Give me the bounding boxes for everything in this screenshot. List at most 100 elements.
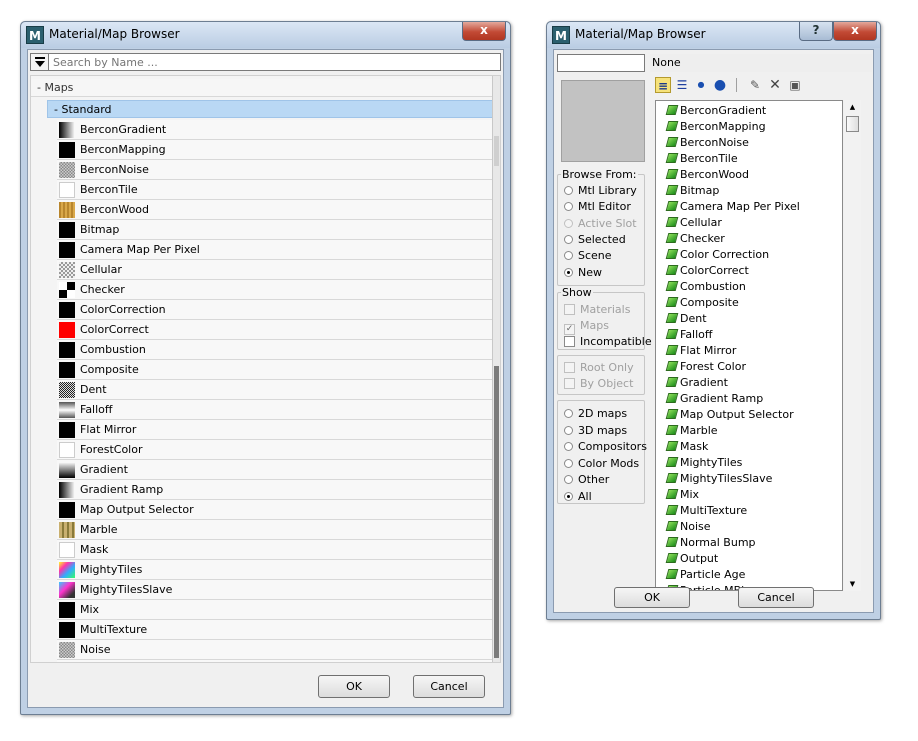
list-item[interactable]: ForestColor	[57, 440, 499, 460]
list-item[interactable]: Noise	[665, 519, 711, 535]
list-item[interactable]: Gradient Ramp	[57, 480, 499, 500]
list-item[interactable]: BerconGradient	[665, 103, 766, 119]
radio-scene[interactable]: Scene	[564, 249, 612, 263]
title-bar[interactable]: M Material/Map Browser x	[21, 22, 510, 48]
options-dropdown-button[interactable]	[31, 54, 49, 70]
view-large-icons-icon[interactable]: ●	[712, 77, 728, 93]
ok-button[interactable]: OK	[614, 587, 690, 608]
radio-mtl-library[interactable]: Mtl Library	[564, 184, 637, 198]
list-item[interactable]: Noise	[57, 640, 499, 660]
cancel-button[interactable]: Cancel	[738, 587, 814, 608]
list-item[interactable]: Map Output Selector	[665, 407, 794, 423]
delete-icon[interactable]: ✕	[767, 77, 783, 93]
list-item[interactable]: Forest Color	[665, 359, 746, 375]
list-item[interactable]: Dent	[665, 311, 707, 327]
radio-compositors[interactable]: Compositors	[564, 440, 647, 454]
list-item[interactable]: Bitmap	[57, 220, 499, 240]
list-item[interactable]: MightyTilesSlave	[665, 471, 772, 487]
list-item[interactable]: BerconNoise	[57, 160, 499, 180]
list-item[interactable]: MightyTiles	[57, 560, 499, 580]
list-item[interactable]: Checker	[57, 280, 499, 300]
list-item[interactable]: Camera Map Per Pixel	[57, 240, 499, 260]
list-item[interactable]: Gradient Ramp	[665, 391, 763, 407]
list-item[interactable]: MightyTilesSlave	[57, 580, 499, 600]
list-item[interactable]: Normal Bump	[57, 660, 499, 662]
name-field[interactable]	[557, 54, 645, 72]
list-item[interactable]: Mix	[57, 600, 499, 620]
list-item[interactable]: Composite	[57, 360, 499, 380]
list-item[interactable]: BerconNoise	[665, 135, 749, 151]
list-item[interactable]: Marble	[57, 520, 499, 540]
list-item[interactable]: MultiTexture	[57, 620, 499, 640]
help-button[interactable]: ?	[799, 22, 833, 41]
list-item[interactable]: MightyTiles	[665, 455, 742, 471]
list-item[interactable]: Gradient	[57, 460, 499, 480]
list-item[interactable]: BerconTile	[57, 180, 499, 200]
list-item[interactable]: BerconGradient	[57, 120, 499, 140]
update-scene-materials-icon[interactable]: ✎	[747, 77, 763, 93]
radio-all[interactable]: All	[564, 490, 592, 504]
ok-button[interactable]: OK	[318, 675, 390, 698]
radio-new[interactable]: New	[564, 266, 602, 280]
group-header-maps[interactable]: - Maps	[31, 79, 497, 97]
list-item[interactable]: Camera Map Per Pixel	[665, 199, 800, 215]
scrollbar-thumb[interactable]	[846, 116, 859, 132]
title-bar[interactable]: M Material/Map Browser ? x	[547, 22, 880, 48]
map-list[interactable]: - Maps - Standard BerconGradient BerconMa…	[30, 75, 501, 663]
checkbox-incompatible[interactable]: Incompatible	[564, 335, 652, 349]
list-item[interactable]: Combustion	[57, 340, 499, 360]
close-button[interactable]: x	[462, 22, 506, 41]
list-item[interactable]: Marble	[665, 423, 718, 439]
list-item[interactable]: Color Correction	[665, 247, 769, 263]
list-item[interactable]: BerconMapping	[57, 140, 499, 160]
list-item[interactable]: Bitmap	[665, 183, 719, 199]
radio-color-mods[interactable]: Color Mods	[564, 457, 639, 471]
list-scrollbar[interactable]	[492, 76, 500, 662]
list-item[interactable]: Output	[665, 551, 718, 567]
view-list-icons-icon[interactable]: ☰	[674, 77, 690, 93]
list-item[interactable]: Checker	[665, 231, 725, 247]
list-item[interactable]: Falloff	[665, 327, 712, 343]
list-item[interactable]: Composite	[665, 295, 739, 311]
group-header-standard[interactable]: - Standard	[47, 100, 498, 118]
map-list[interactable]: BerconGradient BerconMapping BerconNoise Be…	[655, 100, 843, 591]
view-list-icon[interactable]: ≡	[655, 77, 671, 93]
clear-library-icon[interactable]: ▣	[787, 77, 803, 93]
list-item[interactable]: Flat Mirror	[665, 343, 736, 359]
list-item[interactable]: BerconWood	[57, 200, 499, 220]
list-item[interactable]: Flat Mirror	[57, 420, 499, 440]
list-item[interactable]: Dent	[57, 380, 499, 400]
list-item[interactable]: ColorCorrection	[57, 300, 499, 320]
list-item[interactable]: Mask	[57, 540, 499, 560]
list-item[interactable]: Gradient	[665, 375, 728, 391]
scroll-down-icon[interactable]: ▼	[844, 577, 861, 591]
close-button[interactable]: x	[833, 22, 877, 41]
list-item[interactable]: Map Output Selector	[57, 500, 499, 520]
scroll-up-icon[interactable]: ▲	[844, 100, 861, 114]
radio-mtl-editor[interactable]: Mtl Editor	[564, 200, 631, 214]
list-item[interactable]: Cellular	[665, 215, 722, 231]
list-scrollbar[interactable]: ▲ ▼	[844, 100, 861, 591]
list-item[interactable]: Mask	[665, 439, 708, 455]
cancel-button[interactable]: Cancel	[413, 675, 485, 698]
radio-other[interactable]: Other	[564, 473, 609, 487]
radio-3d-maps[interactable]: 3D maps	[564, 424, 627, 438]
list-item[interactable]: ColorCorrect	[57, 320, 499, 340]
search-input[interactable]	[53, 54, 500, 70]
list-item[interactable]: Normal Bump	[665, 535, 756, 551]
radio-selected[interactable]: Selected	[564, 233, 626, 247]
list-item[interactable]: BerconTile	[665, 151, 738, 167]
list-item[interactable]: BerconWood	[665, 167, 749, 183]
list-item[interactable]: ColorCorrect	[665, 263, 749, 279]
scrollbar-grip[interactable]	[494, 136, 499, 166]
list-item[interactable]: Particle Age	[665, 567, 745, 583]
list-item[interactable]: MultiTexture	[665, 503, 747, 519]
list-item[interactable]: Cellular	[57, 260, 499, 280]
radio-2d-maps[interactable]: 2D maps	[564, 407, 627, 421]
view-small-icons-icon[interactable]: ●	[693, 77, 709, 93]
list-item[interactable]: Falloff	[57, 400, 499, 420]
scrollbar-thumb[interactable]	[494, 366, 499, 658]
list-item[interactable]: Mix	[665, 487, 699, 503]
list-item[interactable]: BerconMapping	[665, 119, 766, 135]
list-item[interactable]: Combustion	[665, 279, 746, 295]
